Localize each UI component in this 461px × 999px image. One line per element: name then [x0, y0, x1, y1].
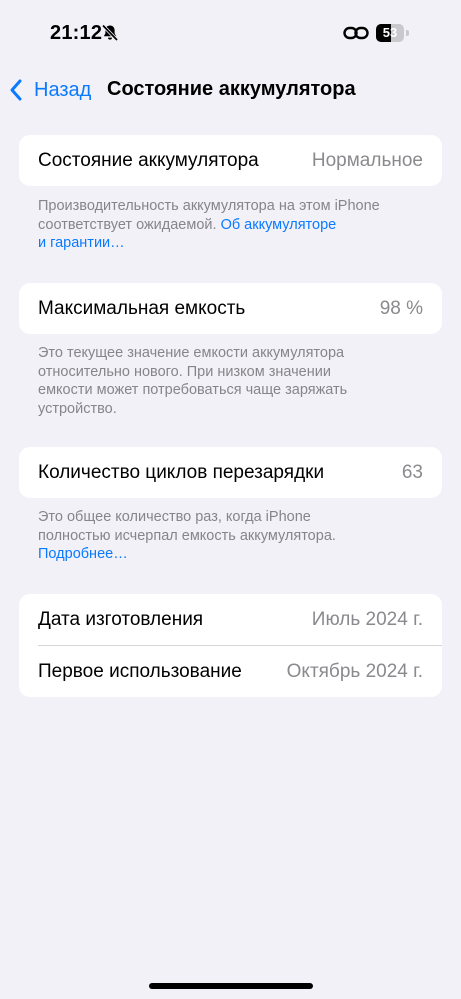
warranty-link[interactable]: и гарантии…	[38, 235, 125, 251]
max-capacity-value: 98 %	[379, 297, 423, 319]
footnote-line: Это общее количество раз, когда iPhone	[38, 509, 311, 525]
back-label: Назад	[34, 78, 92, 101]
footnote-text: соответствует ожидаемой.	[38, 216, 221, 233]
link-icon	[343, 26, 369, 40]
max-capacity-label: Максимальная емкость	[38, 297, 246, 319]
manufacture-date-value: Июль 2024 г.	[311, 608, 423, 630]
battery-health-footnote: Производительность аккумулятора на этом …	[38, 197, 428, 253]
cycle-count-value: 63	[401, 461, 423, 483]
footnote-line: Производительность аккумулятора на этом …	[38, 198, 380, 214]
manufacture-date-label: Дата изготовления	[38, 608, 204, 630]
battery-body: 53	[376, 24, 404, 42]
home-indicator[interactable]	[149, 983, 313, 989]
footnote-line: Это текущее значение емкости аккумулятор…	[38, 345, 345, 361]
chevron-left-icon	[10, 79, 22, 101]
battery-health-label: Состояние аккумулятора	[38, 149, 259, 171]
bell-slash-icon	[101, 24, 119, 42]
footnote-line: относительно нового. При низком значении	[38, 363, 331, 380]
cycle-count-footnote: Это общее количество раз, когда iPhone п…	[38, 508, 428, 564]
learn-more-link[interactable]: Подробнее…	[38, 546, 128, 562]
battery-indicator: 53	[376, 24, 410, 42]
back-button[interactable]: Назад	[8, 68, 91, 112]
battery-cap	[406, 30, 409, 36]
footnote-line: устройство.	[38, 400, 117, 417]
cycle-count-group: Количество циклов перезарядки 63	[19, 447, 442, 498]
footnote-line: и гарантии…	[38, 234, 428, 253]
first-use-label: Первое использование	[38, 660, 242, 682]
dates-group: Дата изготовления Июль 2024 г. Первое ис…	[19, 594, 442, 697]
footnote-line: Подробнее…	[38, 545, 428, 564]
cycle-count-label: Количество циклов перезарядки	[38, 461, 325, 483]
max-capacity-footnote: Это текущее значение емкости аккумулятор…	[38, 344, 428, 418]
page-title: Состояние аккумулятора	[107, 78, 356, 100]
first-use-value: Октябрь 2024 г.	[286, 660, 423, 682]
first-use-row: Первое использование Октябрь 2024 г.	[19, 646, 442, 697]
max-capacity-row: Максимальная емкость 98 %	[19, 283, 442, 334]
battery-level-text: 53	[382, 25, 398, 40]
footnote-line: емкости может потребоваться чаще заряжат…	[38, 382, 348, 398]
footnote-line: соответствует ожидаемой. Об аккумуляторе	[38, 216, 428, 235]
footnote-line: полностью исчерпал емкость аккумулятора.	[38, 527, 336, 544]
battery-health-value: Нормальное	[311, 149, 423, 171]
about-battery-link[interactable]: Об аккумуляторе	[221, 217, 337, 233]
status-bar: 21:12 53	[0, 0, 461, 62]
navigation-bar: Назад Состояние аккумулятора	[0, 68, 461, 112]
manufacture-date-row: Дата изготовления Июль 2024 г.	[19, 594, 442, 645]
battery-health-row: Состояние аккумулятора Нормальное	[19, 135, 442, 186]
cycle-count-row: Количество циклов перезарядки 63	[19, 447, 442, 498]
status-time: 21:12	[50, 22, 103, 44]
max-capacity-group: Максимальная емкость 98 %	[19, 283, 442, 334]
battery-health-group: Состояние аккумулятора Нормальное	[19, 135, 442, 186]
